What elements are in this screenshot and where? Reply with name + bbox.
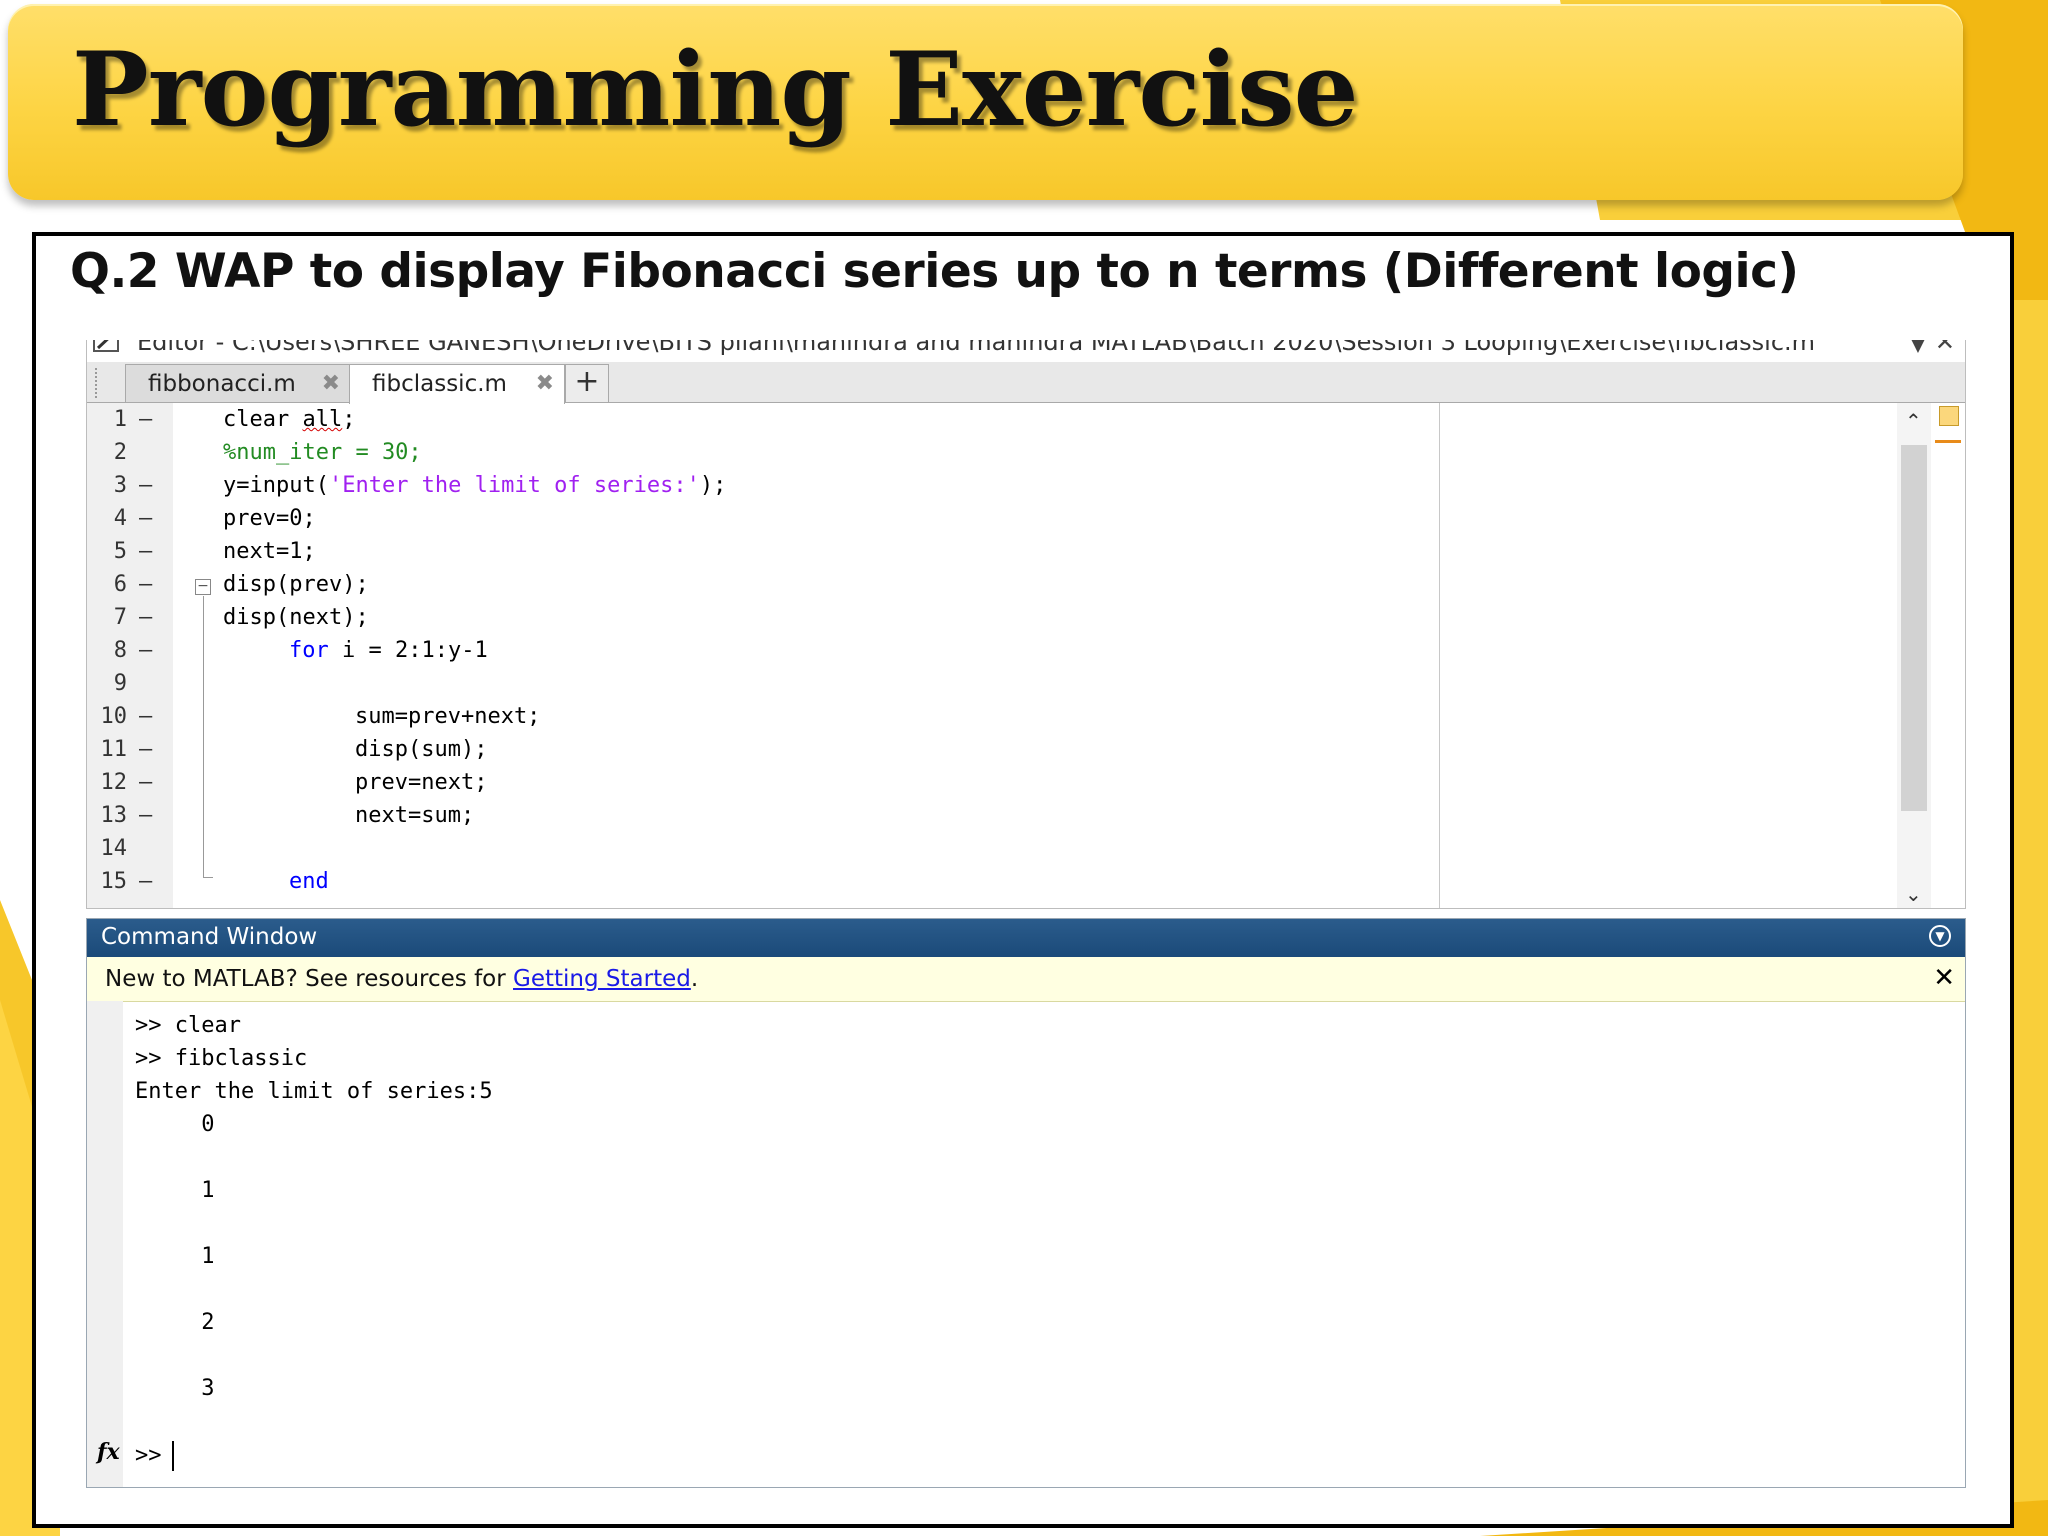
output-line: 2 bbox=[135, 1310, 215, 1335]
code-text: disp(next); bbox=[223, 605, 369, 630]
breakpoint-marker[interactable]: — bbox=[139, 865, 152, 898]
output-line: 1 bbox=[135, 1244, 215, 1269]
line-number: 15 bbox=[100, 869, 128, 894]
output-line: >> fibclassic bbox=[135, 1046, 308, 1071]
code-text: prev=next; bbox=[355, 770, 488, 795]
editor-titlebar: Editor - C:\Users\SHREE GANESH\OneDrive\… bbox=[87, 340, 1965, 362]
close-tab-icon[interactable]: ✖ bbox=[322, 371, 340, 396]
line-number: 11 bbox=[100, 737, 128, 762]
line-number: 14 bbox=[100, 836, 128, 861]
breakpoint-marker[interactable]: — bbox=[139, 469, 152, 502]
code-text: next=sum; bbox=[355, 803, 475, 828]
scroll-down-icon[interactable]: ⌄ bbox=[1905, 882, 1922, 906]
editor-path-text: Editor - C:\Users\SHREE GANESH\OneDrive\… bbox=[137, 340, 1816, 356]
line-number: 2 bbox=[113, 440, 127, 465]
fold-toggle-icon[interactable]: − bbox=[195, 579, 211, 595]
tab-fibbonacci[interactable]: fibbonacci.m ✖ bbox=[125, 364, 351, 402]
close-notice-icon[interactable]: ✕ bbox=[1933, 963, 1955, 993]
line-number: 4 bbox=[113, 506, 127, 531]
line-number: 12 bbox=[100, 770, 128, 795]
editor-scrollbar[interactable]: ⌃ ⌄ bbox=[1897, 403, 1931, 908]
command-prompt[interactable]: >> bbox=[135, 1441, 174, 1471]
add-tab-button[interactable]: + bbox=[565, 364, 609, 402]
line-number: 3 bbox=[113, 473, 127, 498]
code-text: prev=0; bbox=[223, 506, 316, 531]
warning-marker[interactable] bbox=[1935, 440, 1961, 443]
command-window: Command Window ▼ New to MATLAB? See reso… bbox=[86, 918, 1966, 1488]
getting-started-link[interactable]: Getting Started bbox=[513, 966, 691, 992]
editor-window-controls[interactable]: ▼ ✕ bbox=[1909, 340, 1955, 356]
breakpoint-marker[interactable]: — bbox=[139, 799, 152, 832]
line-number: 1 bbox=[113, 407, 127, 432]
getting-started-notice: New to MATLAB? See resources for Getting… bbox=[87, 957, 1965, 1002]
scroll-up-icon[interactable]: ⌃ bbox=[1905, 409, 1922, 433]
command-gutter bbox=[87, 1001, 123, 1487]
output-line: >> clear bbox=[135, 1013, 241, 1038]
line-number: 7 bbox=[113, 605, 127, 630]
breakpoint-marker[interactable]: — bbox=[139, 766, 152, 799]
output-line: 1 bbox=[135, 1178, 215, 1203]
line-number: 5 bbox=[113, 539, 127, 564]
code-text: disp(prev); bbox=[223, 572, 369, 597]
editor-tab-strip: fibbonacci.m ✖ fibclassic.m ✖ + bbox=[87, 362, 1965, 404]
code-analyzer-indicator[interactable] bbox=[1939, 406, 1959, 426]
code-text: end bbox=[289, 869, 329, 894]
command-window-title: Command Window bbox=[101, 924, 318, 950]
fold-guide bbox=[203, 596, 204, 878]
line-number: 9 bbox=[113, 671, 127, 696]
code-text: clear all; bbox=[223, 407, 356, 432]
breakpoint-marker[interactable]: — bbox=[139, 601, 152, 634]
function-browser-icon[interactable]: fx bbox=[97, 1439, 120, 1465]
tab-label: fibclassic.m bbox=[372, 371, 507, 397]
breakpoint-marker[interactable]: — bbox=[139, 733, 152, 766]
notice-text: New to MATLAB? See resources for bbox=[105, 966, 514, 992]
pencil-icon bbox=[93, 340, 119, 352]
breakpoint-marker[interactable]: — bbox=[139, 502, 152, 535]
text-cursor bbox=[171, 1441, 174, 1471]
tab-label: fibbonacci.m bbox=[148, 371, 296, 397]
breakpoint-marker[interactable]: — bbox=[139, 568, 152, 601]
breakpoint-marker[interactable]: — bbox=[139, 403, 152, 436]
code-text: next=1; bbox=[223, 539, 316, 564]
output-line: 0 bbox=[135, 1112, 215, 1137]
question-text: Q.2 WAP to display Fibonacci series up t… bbox=[70, 244, 1799, 299]
breakpoint-marker[interactable]: — bbox=[139, 700, 152, 733]
code-area[interactable]: 1 — clear all; 2 %num_iter = 30; 3 — y=input('E… bbox=[87, 403, 1965, 908]
line-number: 8 bbox=[113, 638, 127, 663]
code-text: for i = 2:1:y-1 bbox=[289, 638, 488, 663]
matlab-editor: Editor - C:\Users\SHREE GANESH\OneDrive\… bbox=[86, 340, 1966, 909]
options-icon[interactable]: ▼ bbox=[1929, 925, 1951, 947]
code-text: sum=prev+next; bbox=[355, 704, 541, 729]
code-text: %num_iter = 30; bbox=[223, 440, 422, 465]
output-line: 3 bbox=[135, 1376, 215, 1401]
close-tab-icon[interactable]: ✖ bbox=[536, 371, 554, 396]
code-text: disp(sum); bbox=[355, 737, 488, 762]
fold-guide-end bbox=[203, 877, 213, 878]
drag-grip[interactable] bbox=[95, 368, 101, 398]
code-text: y=input('Enter the limit of series:'); bbox=[223, 473, 727, 498]
command-window-titlebar: Command Window ▼ bbox=[87, 919, 1965, 957]
output-line: Enter the limit of series:5 bbox=[135, 1079, 493, 1104]
line-number: 6 bbox=[113, 572, 127, 597]
line-number: 13 bbox=[100, 803, 128, 828]
tab-fibclassic[interactable]: fibclassic.m ✖ bbox=[349, 364, 565, 404]
breakpoint-marker[interactable]: — bbox=[139, 634, 152, 667]
slide-title: Programming Exercise bbox=[72, 30, 1359, 150]
line-number: 10 bbox=[100, 704, 128, 729]
breakpoint-marker[interactable]: — bbox=[139, 535, 152, 568]
scrollbar-thumb[interactable] bbox=[1901, 445, 1927, 811]
